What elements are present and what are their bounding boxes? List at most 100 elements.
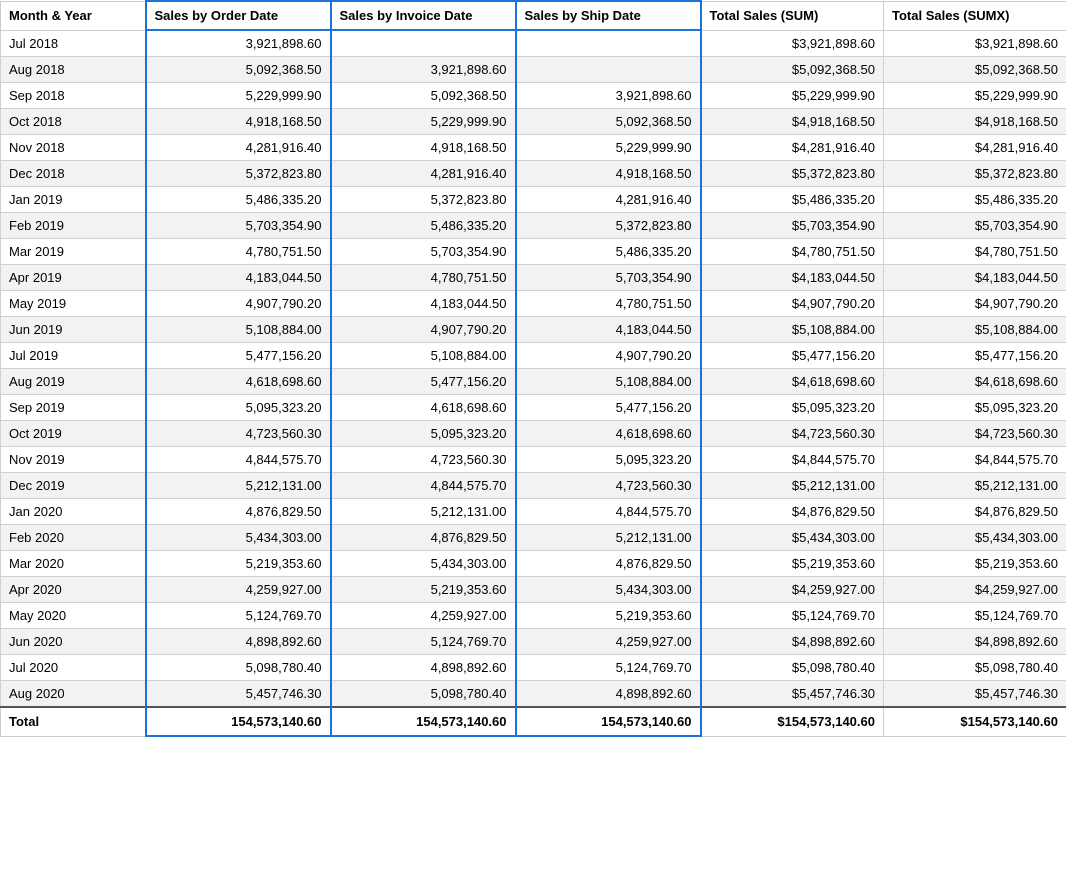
cell-sumx: $3,921,898.60 bbox=[884, 30, 1066, 57]
table-row: Nov 20184,281,916.404,918,168.505,229,99… bbox=[1, 135, 1066, 161]
col-header-order: Sales by Order Date bbox=[146, 1, 331, 30]
col-header-ship: Sales by Ship Date bbox=[516, 1, 701, 30]
cell-month: Jan 2020 bbox=[1, 499, 146, 525]
sales-table: Month & YearSales by Order DateSales by … bbox=[0, 0, 1066, 737]
cell-sum: $4,259,927.00 bbox=[701, 577, 884, 603]
table-row: Jun 20204,898,892.605,124,769.704,259,92… bbox=[1, 629, 1066, 655]
cell-ship: 5,703,354.90 bbox=[516, 265, 701, 291]
cell-month: May 2019 bbox=[1, 291, 146, 317]
cell-invoice: 4,259,927.00 bbox=[331, 603, 516, 629]
cell-invoice: 4,281,916.40 bbox=[331, 161, 516, 187]
cell-sumx: $5,372,823.80 bbox=[884, 161, 1066, 187]
cell-sum: $4,907,790.20 bbox=[701, 291, 884, 317]
cell-month: Sep 2019 bbox=[1, 395, 146, 421]
cell-sumx: $5,212,131.00 bbox=[884, 473, 1066, 499]
cell-ship: 4,876,829.50 bbox=[516, 551, 701, 577]
cell-sum: $5,092,368.50 bbox=[701, 57, 884, 83]
table-row: Aug 20185,092,368.503,921,898.60$5,092,3… bbox=[1, 57, 1066, 83]
cell-ship: 4,281,916.40 bbox=[516, 187, 701, 213]
cell-sum: $4,780,751.50 bbox=[701, 239, 884, 265]
cell-sum: $5,095,323.20 bbox=[701, 395, 884, 421]
table-row: Aug 20205,457,746.305,098,780.404,898,89… bbox=[1, 681, 1066, 708]
total-order: 154,573,140.60 bbox=[146, 707, 331, 736]
cell-order: 5,372,823.80 bbox=[146, 161, 331, 187]
cell-order: 4,183,044.50 bbox=[146, 265, 331, 291]
table-row: Jun 20195,108,884.004,907,790.204,183,04… bbox=[1, 317, 1066, 343]
cell-month: Nov 2019 bbox=[1, 447, 146, 473]
cell-ship bbox=[516, 30, 701, 57]
cell-order: 5,219,353.60 bbox=[146, 551, 331, 577]
cell-month: Mar 2020 bbox=[1, 551, 146, 577]
cell-order: 5,703,354.90 bbox=[146, 213, 331, 239]
cell-invoice: 4,780,751.50 bbox=[331, 265, 516, 291]
cell-sum: $5,098,780.40 bbox=[701, 655, 884, 681]
table-row: May 20205,124,769.704,259,927.005,219,35… bbox=[1, 603, 1066, 629]
cell-order: 3,921,898.60 bbox=[146, 30, 331, 57]
cell-sumx: $5,477,156.20 bbox=[884, 343, 1066, 369]
col-header-month: Month & Year bbox=[1, 1, 146, 30]
cell-ship: 4,918,168.50 bbox=[516, 161, 701, 187]
table-row: Aug 20194,618,698.605,477,156.205,108,88… bbox=[1, 369, 1066, 395]
cell-sumx: $4,844,575.70 bbox=[884, 447, 1066, 473]
cell-month: Oct 2019 bbox=[1, 421, 146, 447]
cell-invoice: 5,124,769.70 bbox=[331, 629, 516, 655]
cell-month: Feb 2019 bbox=[1, 213, 146, 239]
table-row: Nov 20194,844,575.704,723,560.305,095,32… bbox=[1, 447, 1066, 473]
cell-order: 4,876,829.50 bbox=[146, 499, 331, 525]
cell-month: Dec 2018 bbox=[1, 161, 146, 187]
table-row: Sep 20185,229,999.905,092,368.503,921,89… bbox=[1, 83, 1066, 109]
cell-invoice: 3,921,898.60 bbox=[331, 57, 516, 83]
cell-order: 4,898,892.60 bbox=[146, 629, 331, 655]
table-row: Dec 20185,372,823.804,281,916.404,918,16… bbox=[1, 161, 1066, 187]
cell-sumx: $5,229,999.90 bbox=[884, 83, 1066, 109]
cell-order: 5,212,131.00 bbox=[146, 473, 331, 499]
cell-sum: $5,229,999.90 bbox=[701, 83, 884, 109]
table-row: Sep 20195,095,323.204,618,698.605,477,15… bbox=[1, 395, 1066, 421]
cell-invoice: 5,098,780.40 bbox=[331, 681, 516, 708]
total-month: Total bbox=[1, 707, 146, 736]
cell-sumx: $5,095,323.20 bbox=[884, 395, 1066, 421]
cell-sumx: $4,918,168.50 bbox=[884, 109, 1066, 135]
cell-order: 4,844,575.70 bbox=[146, 447, 331, 473]
cell-ship: 5,219,353.60 bbox=[516, 603, 701, 629]
cell-order: 5,108,884.00 bbox=[146, 317, 331, 343]
cell-ship: 5,108,884.00 bbox=[516, 369, 701, 395]
cell-sum: $5,703,354.90 bbox=[701, 213, 884, 239]
cell-sum: $4,918,168.50 bbox=[701, 109, 884, 135]
table-row: Oct 20184,918,168.505,229,999.905,092,36… bbox=[1, 109, 1066, 135]
cell-month: Mar 2019 bbox=[1, 239, 146, 265]
col-header-invoice: Sales by Invoice Date bbox=[331, 1, 516, 30]
cell-order: 5,434,303.00 bbox=[146, 525, 331, 551]
cell-sumx: $5,092,368.50 bbox=[884, 57, 1066, 83]
table-row: Feb 20205,434,303.004,876,829.505,212,13… bbox=[1, 525, 1066, 551]
cell-sumx: $5,486,335.20 bbox=[884, 187, 1066, 213]
cell-ship: 5,486,335.20 bbox=[516, 239, 701, 265]
cell-invoice: 4,898,892.60 bbox=[331, 655, 516, 681]
col-header-sumx: Total Sales (SUMX) bbox=[884, 1, 1066, 30]
col-header-sum: Total Sales (SUM) bbox=[701, 1, 884, 30]
cell-order: 5,486,335.20 bbox=[146, 187, 331, 213]
cell-order: 4,618,698.60 bbox=[146, 369, 331, 395]
cell-invoice: 5,229,999.90 bbox=[331, 109, 516, 135]
cell-invoice: 4,876,829.50 bbox=[331, 525, 516, 551]
cell-ship: 4,780,751.50 bbox=[516, 291, 701, 317]
cell-order: 5,229,999.90 bbox=[146, 83, 331, 109]
cell-invoice: 4,907,790.20 bbox=[331, 317, 516, 343]
cell-invoice bbox=[331, 30, 516, 57]
cell-order: 4,723,560.30 bbox=[146, 421, 331, 447]
cell-sum: $5,108,884.00 bbox=[701, 317, 884, 343]
table-row: Feb 20195,703,354.905,486,335.205,372,82… bbox=[1, 213, 1066, 239]
cell-order: 4,907,790.20 bbox=[146, 291, 331, 317]
cell-sumx: $4,723,560.30 bbox=[884, 421, 1066, 447]
cell-sum: $5,457,746.30 bbox=[701, 681, 884, 708]
cell-sum: $4,618,698.60 bbox=[701, 369, 884, 395]
cell-sumx: $5,219,353.60 bbox=[884, 551, 1066, 577]
cell-month: Apr 2020 bbox=[1, 577, 146, 603]
cell-month: Nov 2018 bbox=[1, 135, 146, 161]
cell-sum: $5,219,353.60 bbox=[701, 551, 884, 577]
total-ship: 154,573,140.60 bbox=[516, 707, 701, 736]
cell-sumx: $4,259,927.00 bbox=[884, 577, 1066, 603]
cell-ship: 4,844,575.70 bbox=[516, 499, 701, 525]
cell-sum: $5,372,823.80 bbox=[701, 161, 884, 187]
cell-month: Feb 2020 bbox=[1, 525, 146, 551]
